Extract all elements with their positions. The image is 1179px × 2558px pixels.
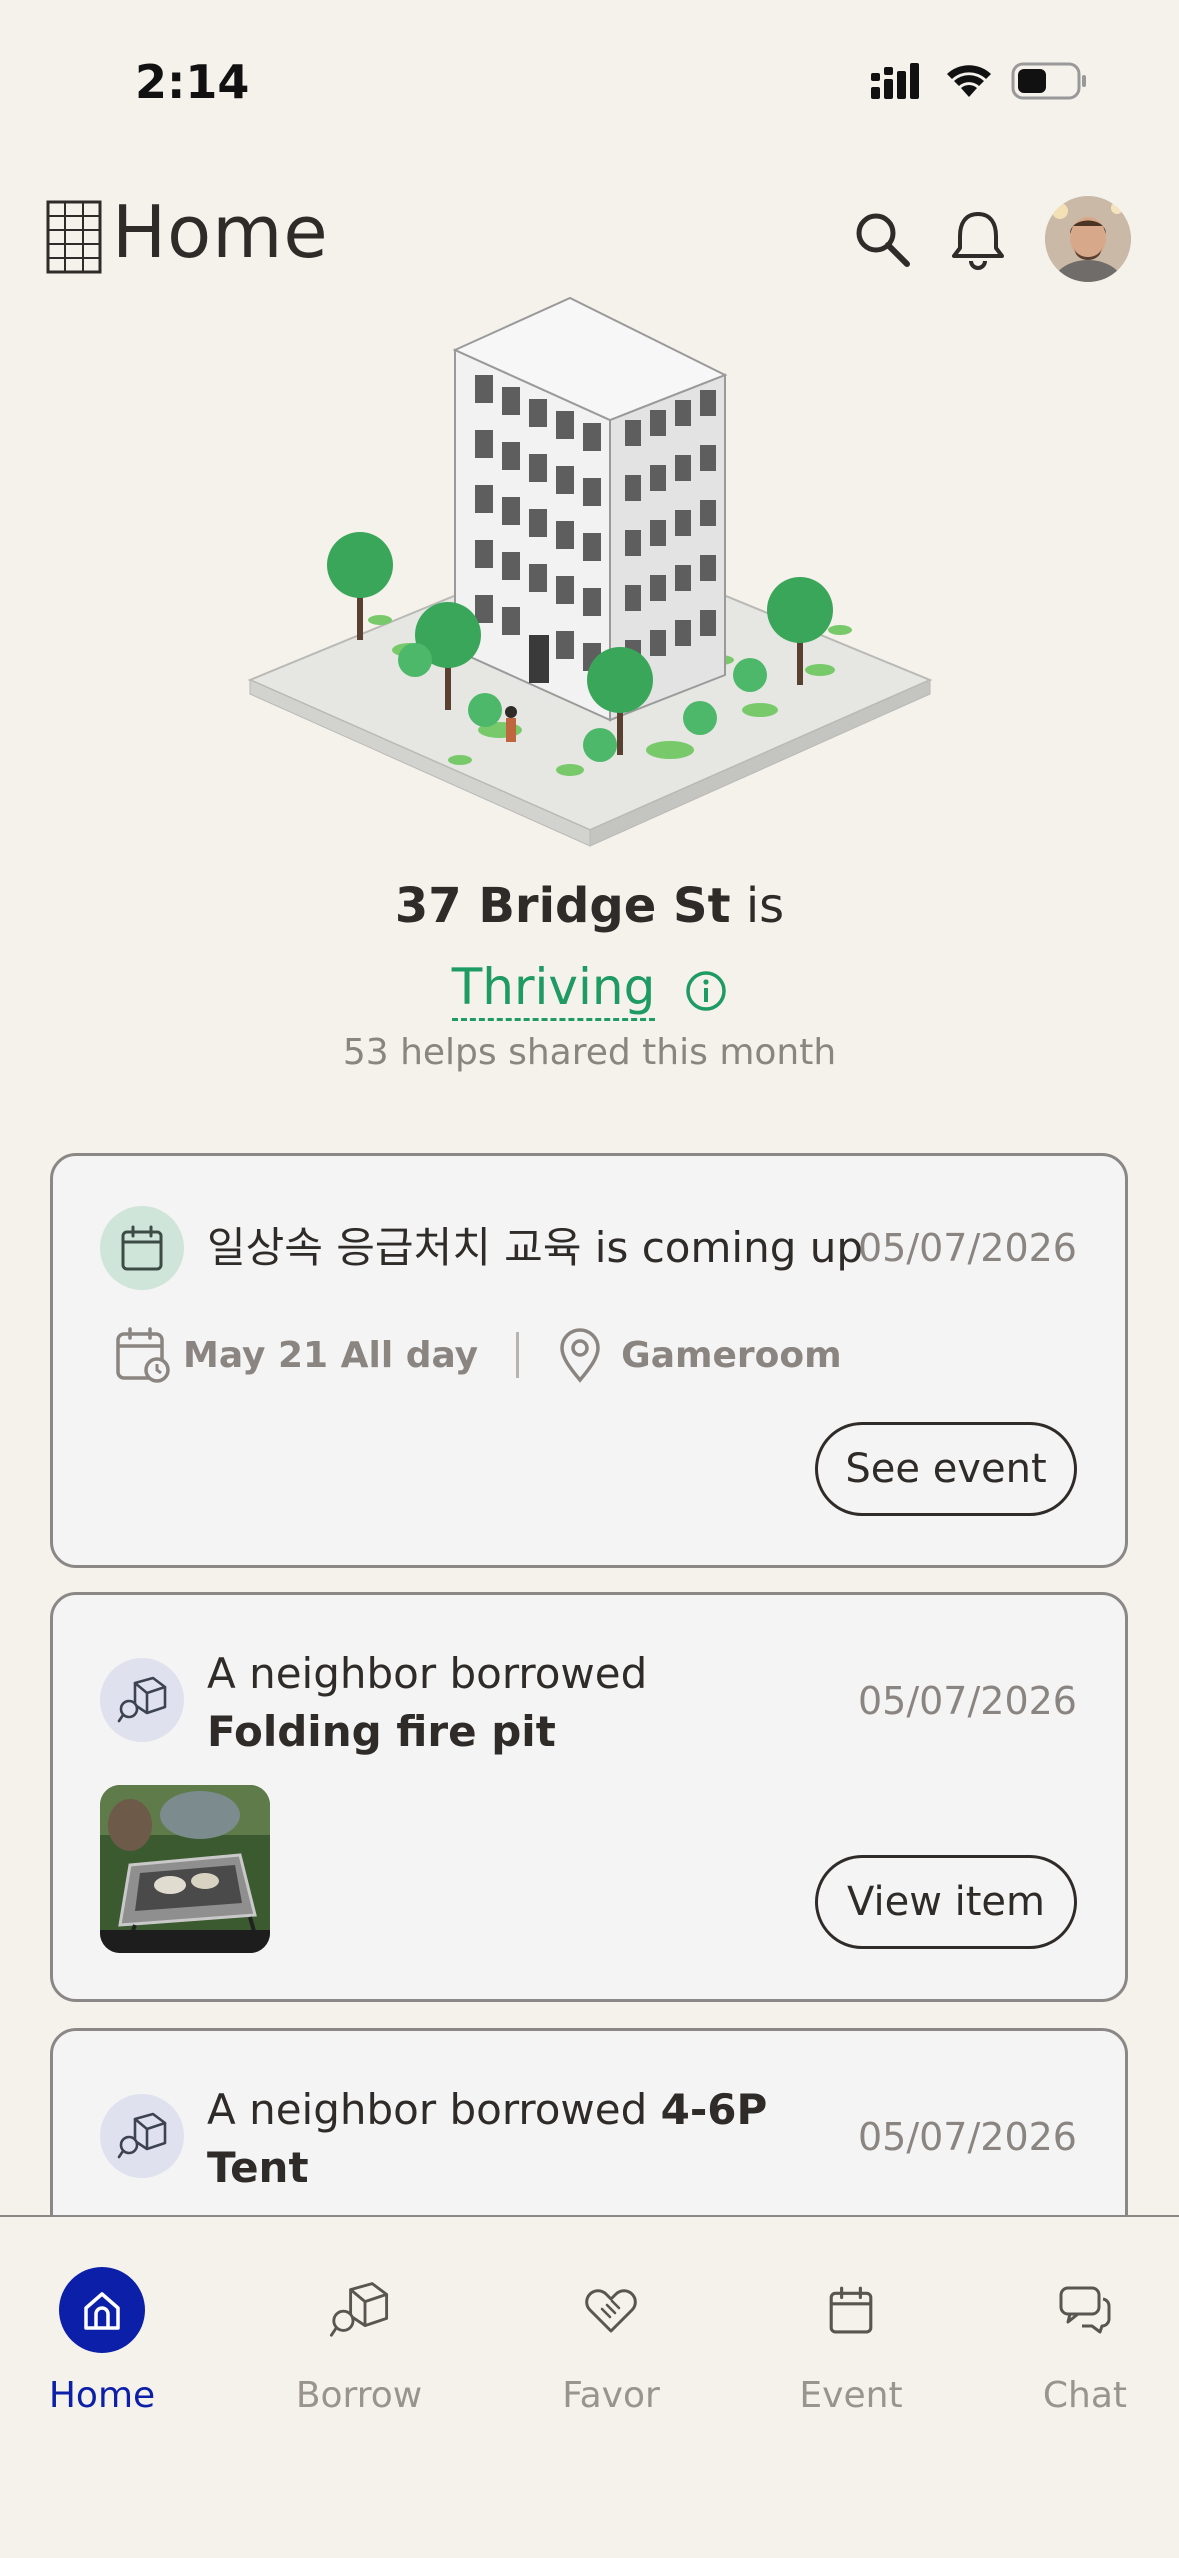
- nav-home-active-bg: [59, 2267, 145, 2353]
- status-time: 2:14: [135, 55, 250, 109]
- building-address-line: 37 Bridge St is: [0, 878, 1179, 934]
- nav-label-chat: Chat: [1042, 2375, 1128, 2416]
- nav-chat-icon-wrap: [1042, 2267, 1128, 2353]
- borrow-card-title: A neighbor borrowed 4-6P Tent: [207, 2081, 827, 2197]
- nav-item-home[interactable]: Home: [2, 2267, 202, 2416]
- bell-icon[interactable]: [949, 208, 1007, 270]
- box-search-icon: [329, 2282, 389, 2337]
- building-illustration: [247, 296, 933, 847]
- borrow-title-prefix: A neighbor borrowed: [207, 2085, 661, 2134]
- fire-pit-photo: [100, 1785, 270, 1953]
- box-search-icon: [117, 2112, 167, 2159]
- nav-item-event[interactable]: Event: [751, 2267, 951, 2416]
- nav-label-favor: Favor: [562, 2375, 660, 2416]
- calendar-clock-icon: [116, 1327, 170, 1383]
- borrow-card-date: 05/07/2026: [857, 1679, 1077, 1723]
- location-pin-icon: [560, 1328, 600, 1383]
- calendar-icon: [121, 1225, 163, 1271]
- borrowed-item-name: Folding fire pit: [207, 1707, 556, 1756]
- bottom-nav: Home Borrow Favor Event Chat: [0, 2215, 1179, 2558]
- building-status[interactable]: Thriving: [451, 958, 656, 1021]
- nav-event-icon-wrap: [808, 2267, 894, 2353]
- search-icon[interactable]: [853, 210, 911, 268]
- nav-item-favor[interactable]: Favor: [511, 2267, 711, 2416]
- event-card[interactable]: 일상속 응급처치 교육 is coming up 05/07/2026 May …: [50, 1153, 1128, 1568]
- box-search-icon: [117, 1676, 167, 1723]
- battery-icon: [1011, 62, 1086, 100]
- nav-item-chat[interactable]: Chat: [985, 2267, 1179, 2416]
- wifi-icon: [947, 65, 991, 97]
- borrow-card-title: A neighbor borrowed Folding fire pit: [207, 1645, 827, 1761]
- chat-icon: [1059, 2286, 1111, 2334]
- header-actions: [853, 196, 1131, 282]
- nav-label-event: Event: [799, 2375, 903, 2416]
- borrow-card-icon: [100, 1658, 184, 1742]
- avatar-image: [1045, 196, 1131, 282]
- event-card-title: 일상속 응급처치 교육 is coming up: [207, 1223, 863, 1272]
- see-event-button[interactable]: See event: [815, 1422, 1077, 1516]
- building-status-line: Thriving: [0, 958, 1179, 1021]
- borrow-card-date: 05/07/2026: [857, 2115, 1077, 2159]
- nav-label-home: Home: [48, 2375, 156, 2416]
- building-grid-icon: [46, 200, 102, 274]
- borrow-title-prefix: A neighbor borrowed: [207, 1649, 648, 1698]
- status-icons: [871, 62, 1089, 100]
- event-card-icon: [100, 1206, 184, 1290]
- calendar-icon: [829, 2286, 873, 2334]
- info-icon[interactable]: [685, 970, 727, 1012]
- event-where: Gameroom: [621, 1334, 842, 1376]
- home-icon: [84, 2292, 120, 2330]
- handshake-heart-icon: [585, 2289, 637, 2333]
- event-meta: May 21 All day Gameroom: [115, 1326, 842, 1384]
- avatar[interactable]: [1045, 196, 1131, 282]
- page-title: Home: [112, 190, 329, 274]
- meta-divider: [516, 1332, 520, 1378]
- nav-item-borrow[interactable]: Borrow: [259, 2267, 459, 2416]
- nav-borrow-icon-wrap: [316, 2267, 402, 2353]
- nav-favor-icon-wrap: [568, 2267, 654, 2353]
- view-item-button[interactable]: View item: [815, 1855, 1077, 1949]
- nav-label-borrow: Borrow: [295, 2375, 423, 2416]
- event-when: May 21 All day: [183, 1334, 479, 1376]
- building-address: 37 Bridge St: [394, 878, 731, 934]
- borrow-card-icon: [100, 2094, 184, 2178]
- signal-icon: [871, 63, 919, 99]
- address-is: is: [745, 878, 785, 934]
- event-card-date: 05/07/2026: [857, 1226, 1077, 1270]
- borrow-card[interactable]: A neighbor borrowed Folding fire pit 05/…: [50, 1592, 1128, 2002]
- helps-count: 53 helps shared this month: [342, 1032, 837, 1073]
- item-thumbnail[interactable]: [100, 1785, 270, 1953]
